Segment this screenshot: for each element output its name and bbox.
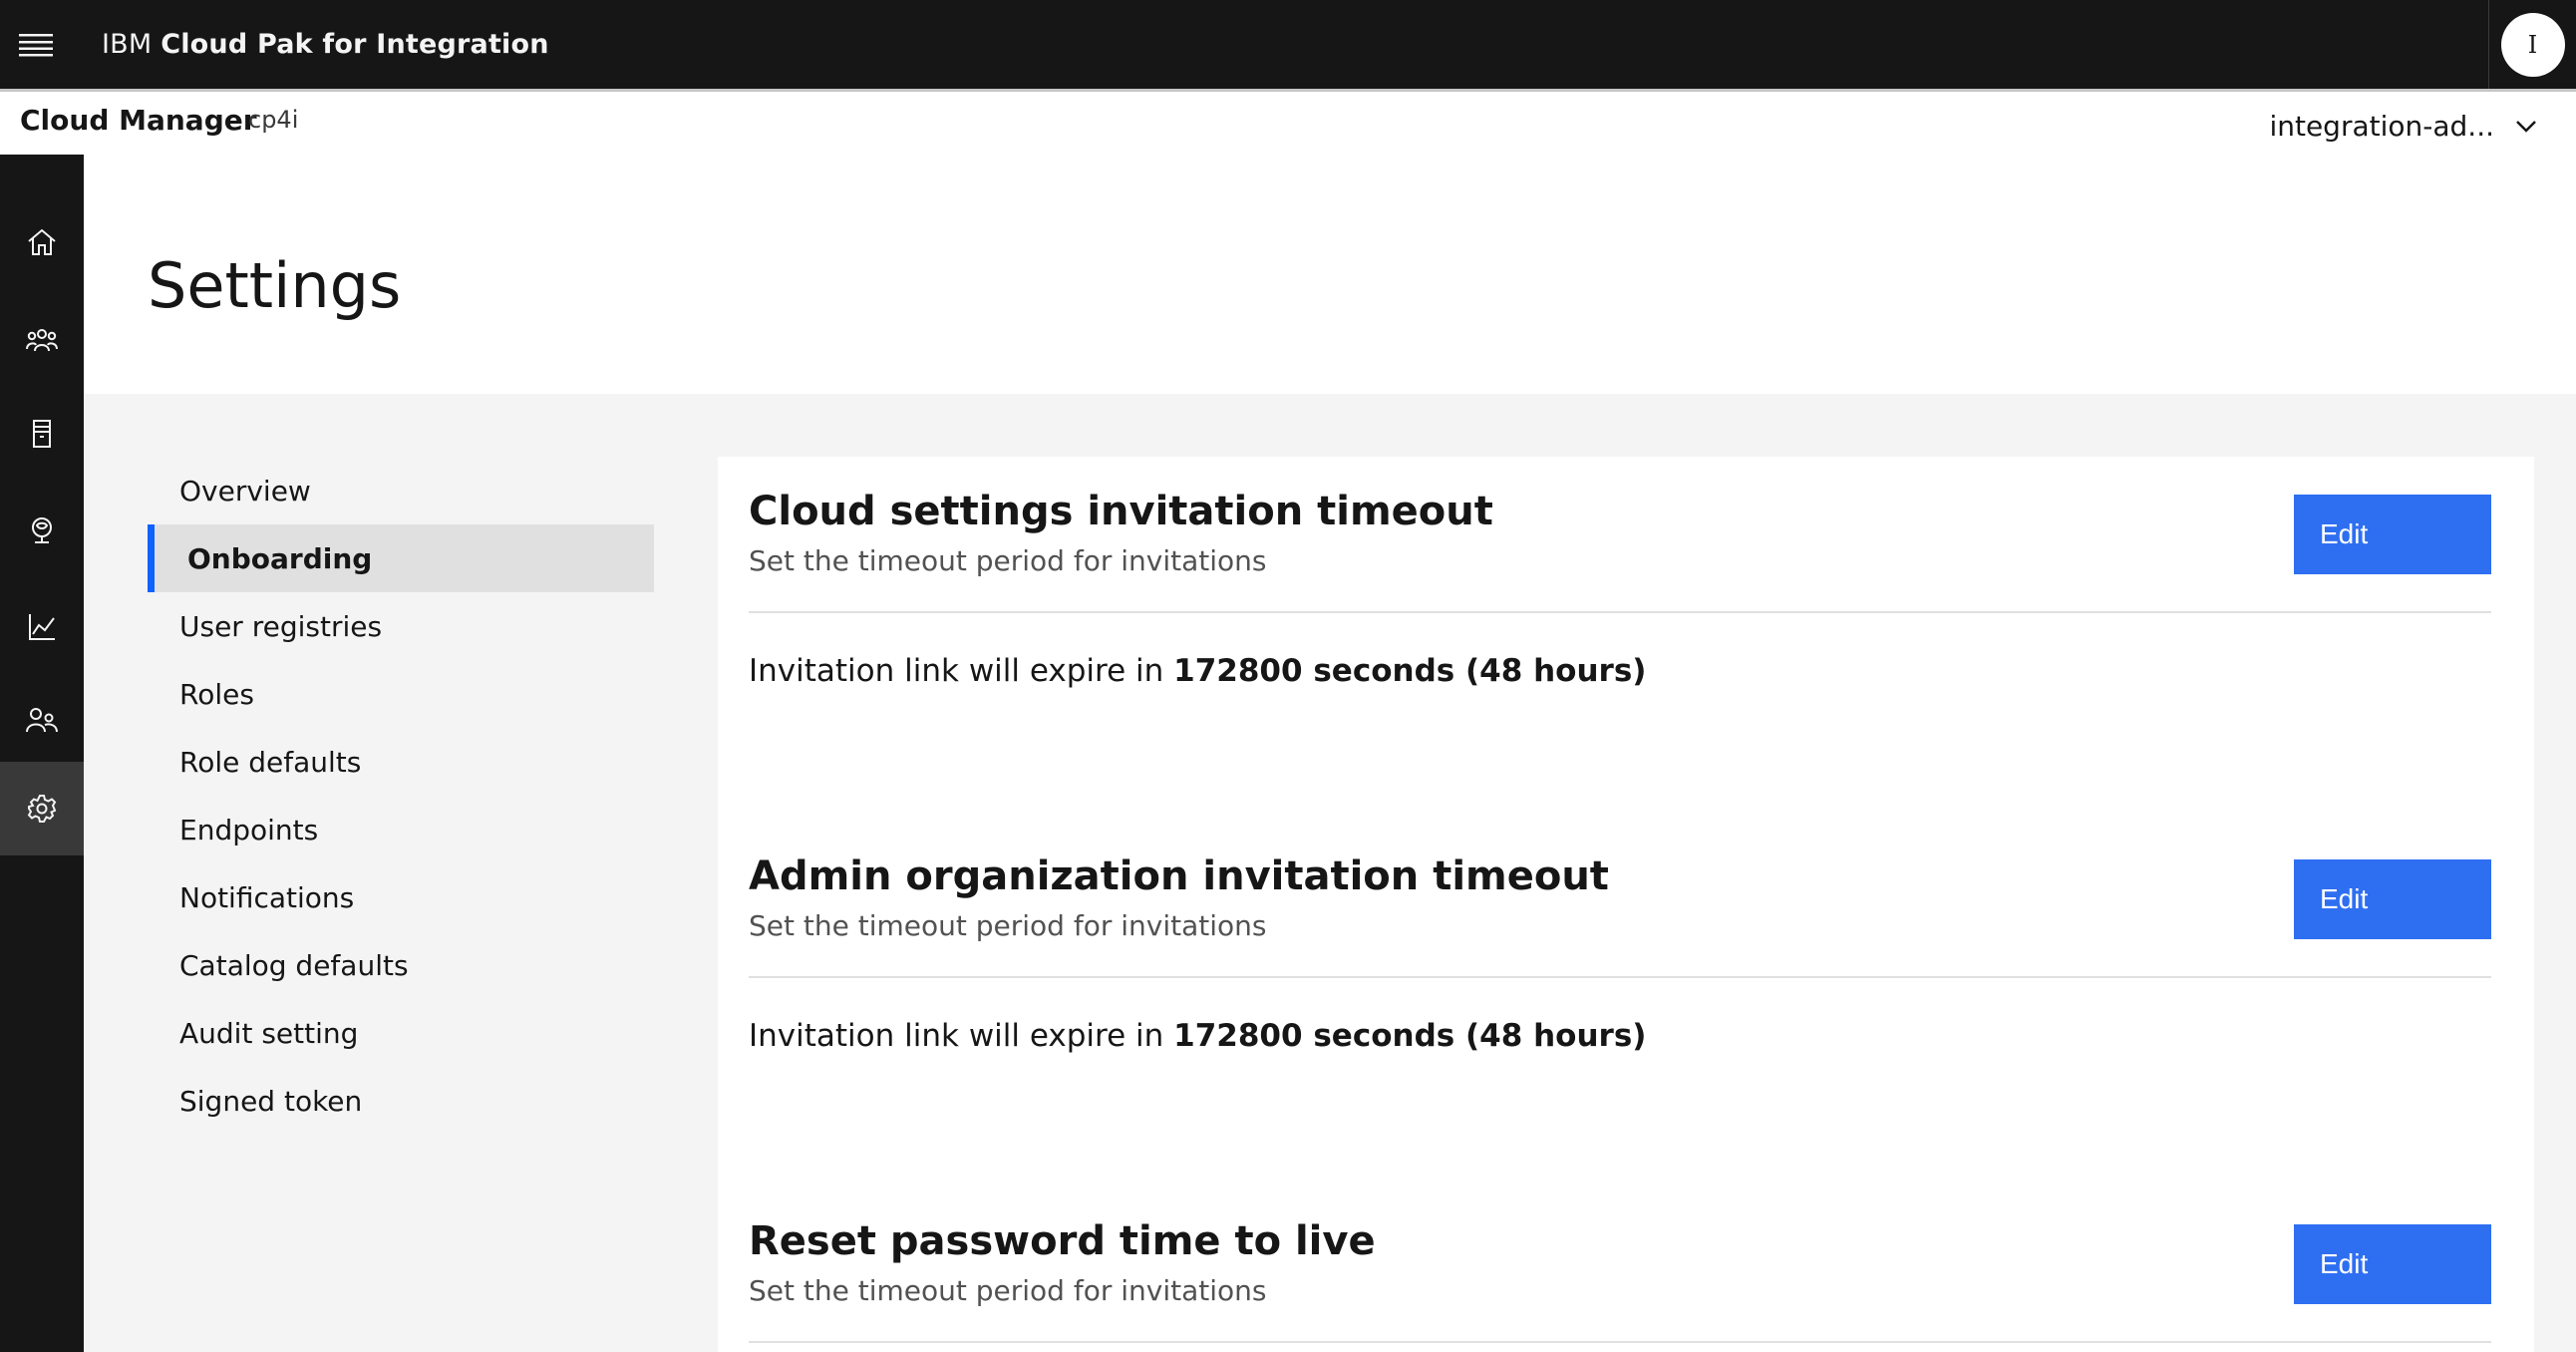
app-title: Cloud Manager [20, 104, 257, 137]
rail-item-settings[interactable] [0, 762, 84, 855]
section-value: Invitation link will expire in 172800 se… [749, 613, 2491, 689]
edit-button[interactable]: Edit [2294, 859, 2491, 939]
settings-nav-endpoints[interactable]: Endpoints [148, 796, 654, 863]
top-header: IBM Cloud Pak for Integration I [0, 0, 2576, 89]
analytics-icon [29, 614, 55, 640]
secondary-header: Cloud Manager cp4i integration-ad... [0, 89, 2576, 155]
product-name[interactable]: IBM Cloud Pak for Integration [102, 29, 549, 60]
value-duration: 172800 seconds (48 hours) [1173, 1018, 1647, 1054]
section-title: Admin organization invitation timeout [749, 853, 1609, 899]
settings-nav-signed-token[interactable]: Signed token [148, 1067, 654, 1135]
section-description: Set the timeout period for invitations [749, 544, 1267, 577]
settings-nav: Overview Onboarding User registries Role… [148, 457, 654, 1135]
rail-item-users[interactable] [0, 674, 84, 768]
page-title: Settings [148, 249, 402, 322]
admin-org-invitation-timeout-section: Admin organization invitation timeout Se… [749, 822, 2491, 1054]
user-avatar-button[interactable]: I [2488, 0, 2576, 89]
instance-name: cp4i [248, 106, 299, 134]
members-icon [26, 329, 58, 352]
settings-nav-onboarding[interactable]: Onboarding [148, 524, 654, 592]
section-header: Reset password time to live Set the time… [749, 1186, 2491, 1343]
value-duration: 172800 seconds (48 hours) [1173, 653, 1647, 689]
section-title: Cloud settings invitation timeout [749, 489, 1493, 534]
users-icon [26, 708, 58, 733]
settings-nav-notifications[interactable]: Notifications [148, 863, 654, 931]
section-description: Set the timeout period for invitations [749, 1274, 1267, 1307]
user-menu-label: integration-ad... [2269, 110, 2494, 143]
resources-icon [33, 420, 51, 448]
edit-button[interactable]: Edit [2294, 495, 2491, 574]
side-rail [0, 155, 84, 1352]
home-icon [28, 228, 56, 255]
rail-item-members[interactable] [0, 293, 84, 387]
settings-nav-audit-setting[interactable]: Audit setting [148, 999, 654, 1067]
rail-item-topology[interactable] [0, 484, 84, 577]
avatar: I [2500, 12, 2565, 77]
edit-button[interactable]: Edit [2294, 1224, 2491, 1304]
settings-nav-roles[interactable]: Roles [148, 660, 654, 728]
user-menu-dropdown[interactable]: integration-ad... [2269, 110, 2536, 143]
section-title: Reset password time to live [749, 1218, 1376, 1264]
rail-item-analytics[interactable] [0, 580, 84, 674]
settings-icon [27, 795, 57, 823]
section-header: Cloud settings invitation timeout Set th… [749, 457, 2491, 613]
brand-prefix: IBM [102, 29, 153, 60]
page-header: Settings [84, 155, 2576, 394]
settings-nav-catalog-defaults[interactable]: Catalog defaults [148, 931, 654, 999]
chevron-down-icon [2516, 120, 2536, 133]
rail-item-home[interactable] [0, 195, 84, 289]
settings-nav-user-registries[interactable]: User registries [148, 592, 654, 660]
settings-nav-overview[interactable]: Overview [148, 457, 654, 524]
hamburger-menu-button[interactable] [0, 0, 72, 89]
settings-nav-role-defaults[interactable]: Role defaults [148, 728, 654, 796]
section-header: Admin organization invitation timeout Se… [749, 822, 2491, 978]
value-prefix: Invitation link will expire in [749, 653, 1174, 689]
cloud-invitation-timeout-section: Cloud settings invitation timeout Set th… [749, 457, 2491, 689]
reset-password-ttl-section: Reset password time to live Set the time… [749, 1186, 2491, 1343]
value-prefix: Invitation link will expire in [749, 1018, 1174, 1054]
settings-content: Cloud settings invitation timeout Set th… [718, 457, 2534, 1352]
section-value: Invitation link will expire in 172800 se… [749, 978, 2491, 1054]
brand-name: Cloud Pak for Integration [161, 29, 549, 60]
section-description: Set the timeout period for invitations [749, 909, 1267, 942]
hamburger-icon [19, 33, 53, 56]
topology-icon [32, 517, 52, 543]
rail-item-resources[interactable] [0, 387, 84, 481]
